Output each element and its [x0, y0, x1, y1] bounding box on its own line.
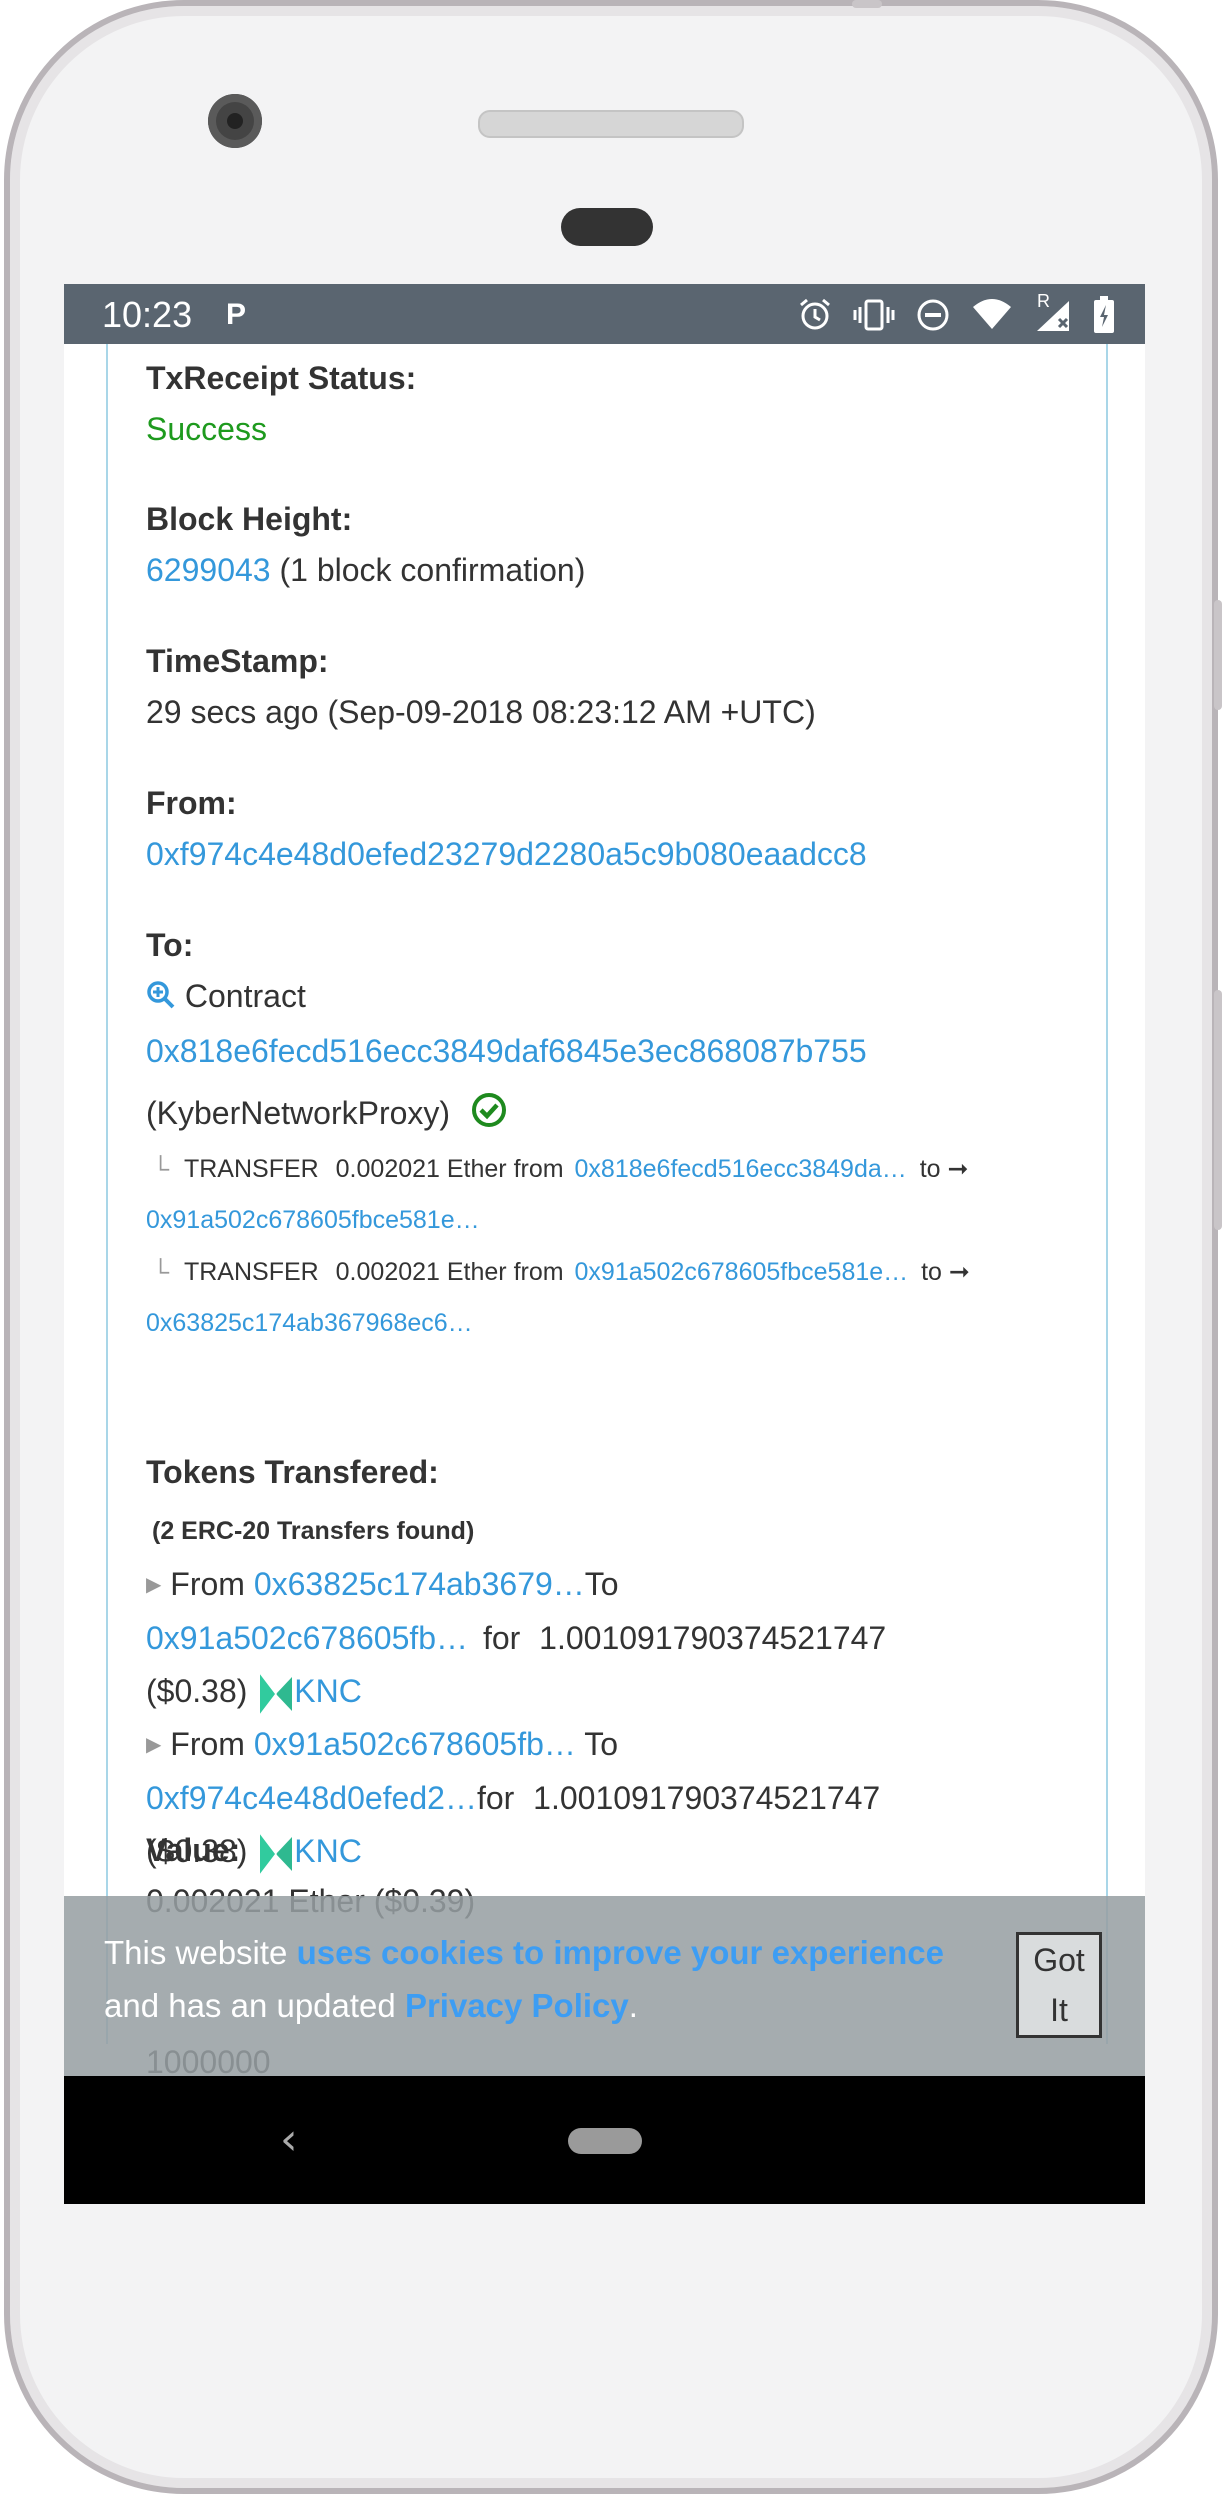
knc-token-icon: [259, 1672, 293, 1716]
privacy-policy-link[interactable]: Privacy Policy: [405, 1987, 629, 2024]
block-number-link[interactable]: 6299043: [146, 552, 271, 588]
contract-word: Contract: [184, 978, 306, 1014]
earpiece-speaker: [478, 110, 744, 138]
vibrate-icon: [853, 299, 895, 331]
home-pill-icon[interactable]: [568, 2128, 642, 2154]
cookie-text: and has an updated: [104, 1987, 405, 2024]
transfer-from-link[interactable]: 0x818e6fecd516ecc3849da…: [575, 1155, 907, 1183]
transfer-to-link[interactable]: 0x63825c174ab367968ec6…: [146, 1309, 1106, 1338]
phone-screen: 10:23 P R TxReceipt Status: Success Bloc…: [64, 284, 1145, 2204]
token-to-word: To: [584, 1566, 619, 1602]
token-usd: ($0.38): [146, 1673, 248, 1709]
cookie-policy-link[interactable]: uses cookies to improve your experience: [297, 1934, 944, 1971]
token-to-word: To: [584, 1726, 618, 1762]
to-section: To: Contract 0x818e6fecd516ecc3849daf684…: [146, 927, 1106, 1338]
block-confirmations: (1 block confirmation): [279, 552, 586, 588]
from-address-link[interactable]: 0xf974c4e48d0efed23279d2280a5c9b080eaadc…: [146, 836, 867, 873]
status-time: 10:23: [102, 294, 193, 335]
status-bar: 10:23 P R: [64, 284, 1145, 344]
got-it-label: Got: [1033, 1942, 1085, 1978]
to-address-link[interactable]: 0x818e6fecd516ecc3849daf6845e3ec868087b7…: [146, 1033, 1106, 1070]
tokens-section: Tokens Transfered: (2 ERC-20 Transfers f…: [146, 1454, 1106, 1878]
transfer-to-word: to ➞: [919, 1155, 969, 1183]
top-button: [852, 0, 882, 8]
wifi-icon: [973, 299, 1011, 329]
transfer-amount: 0.002021 Ether from: [335, 1155, 564, 1183]
contract-name: (KyberNetworkProxy): [146, 1095, 451, 1131]
token-from-link[interactable]: 0x63825c174ab3679…: [254, 1566, 585, 1602]
got-it-label: It: [1050, 1992, 1068, 2028]
alarm-icon: [800, 298, 830, 330]
token-to-link[interactable]: 0x91a502c678605fb…: [146, 1620, 468, 1656]
receipt-status-label: TxReceipt Status:: [146, 360, 417, 396]
token-from-word: From: [170, 1566, 245, 1602]
token-for-word: for: [482, 1620, 521, 1656]
token-amount: 1.001091790374521747: [533, 1780, 881, 1816]
internal-transfer-1: └ TRANSFER 0.002021 Ether from 0x818e6fe…: [146, 1154, 1106, 1235]
parking-notification-icon: P: [226, 298, 247, 331]
timestamp-label: TimeStamp:: [146, 643, 329, 679]
from-section: From: 0xf974c4e48d0efed23279d2280a5c9b08…: [146, 785, 867, 873]
receipt-status-value: Success: [146, 411, 267, 447]
roaming-marker: R: [1037, 291, 1050, 311]
tokens-label: Tokens Transfered:: [146, 1454, 439, 1490]
volume-button: [1214, 990, 1222, 1230]
tree-branch-icon: └: [152, 1156, 170, 1183]
battery-icon: [1094, 296, 1114, 333]
to-label: To:: [146, 927, 194, 963]
tree-branch-icon: └: [152, 1259, 170, 1286]
cookie-banner: This website uses cookies to improve you…: [64, 1896, 1145, 2076]
got-it-button[interactable]: Got It: [1016, 1932, 1102, 2038]
verified-check-icon: [471, 1093, 506, 1127]
token-amount: 1.001091790374521747: [539, 1620, 887, 1656]
cookie-text: .: [628, 1987, 638, 2024]
value-label: Value:: [146, 1832, 241, 1868]
receipt-status-section: TxReceipt Status: Success: [146, 360, 416, 448]
from-label: From:: [146, 785, 237, 821]
transfer-type: TRANSFER: [183, 1258, 319, 1286]
expand-caret-icon[interactable]: ▶: [146, 1734, 161, 1756]
token-transfer-1: ▶ From 0x63825c174ab3679…To 0x91a502c678…: [146, 1558, 986, 1718]
expand-caret-icon[interactable]: ▶: [146, 1574, 161, 1596]
transfer-to-link[interactable]: 0x91a502c678605fbce581e…: [146, 1206, 1106, 1235]
internal-transfer-2: └ TRANSFER 0.002021 Ether from 0x91a502c…: [146, 1257, 1106, 1338]
token-to-link[interactable]: 0xf974c4e48d0efed2…: [146, 1780, 477, 1816]
android-nav-bar: ‹: [64, 2076, 1145, 2204]
block-height-label: Block Height:: [146, 501, 353, 537]
timestamp-section: TimeStamp: 29 secs ago (Sep-09-2018 08:2…: [146, 643, 816, 731]
token-symbol-link[interactable]: KNC: [294, 1673, 362, 1709]
power-button: [1214, 600, 1222, 710]
transfer-to-word: to ➞: [921, 1258, 970, 1286]
transfer-type: TRANSFER: [183, 1155, 319, 1183]
magnify-plus-icon[interactable]: [146, 980, 176, 1010]
back-icon[interactable]: ‹: [280, 2114, 298, 2165]
token-from-link[interactable]: 0x91a502c678605fb…: [254, 1726, 576, 1762]
token-for-word: for: [476, 1780, 515, 1816]
front-camera: [208, 94, 262, 148]
cookie-message: This website uses cookies to improve you…: [104, 1926, 1004, 2032]
token-from-word: From: [170, 1726, 245, 1762]
dnd-icon: [917, 299, 949, 331]
transfer-amount: 0.002021 Ether from: [335, 1258, 564, 1286]
block-height-section: Block Height: 6299043 (1 block confirmat…: [146, 501, 585, 589]
cookie-text: This website: [104, 1934, 297, 1971]
tokens-count: (2 ERC-20 Transfers found): [152, 1517, 475, 1545]
timestamp-value: 29 secs ago (Sep-09-2018 08:23:12 AM +UT…: [146, 694, 816, 730]
transfer-from-link[interactable]: 0x91a502c678605fbce581e…: [575, 1258, 909, 1286]
proximity-sensor: [561, 208, 653, 246]
